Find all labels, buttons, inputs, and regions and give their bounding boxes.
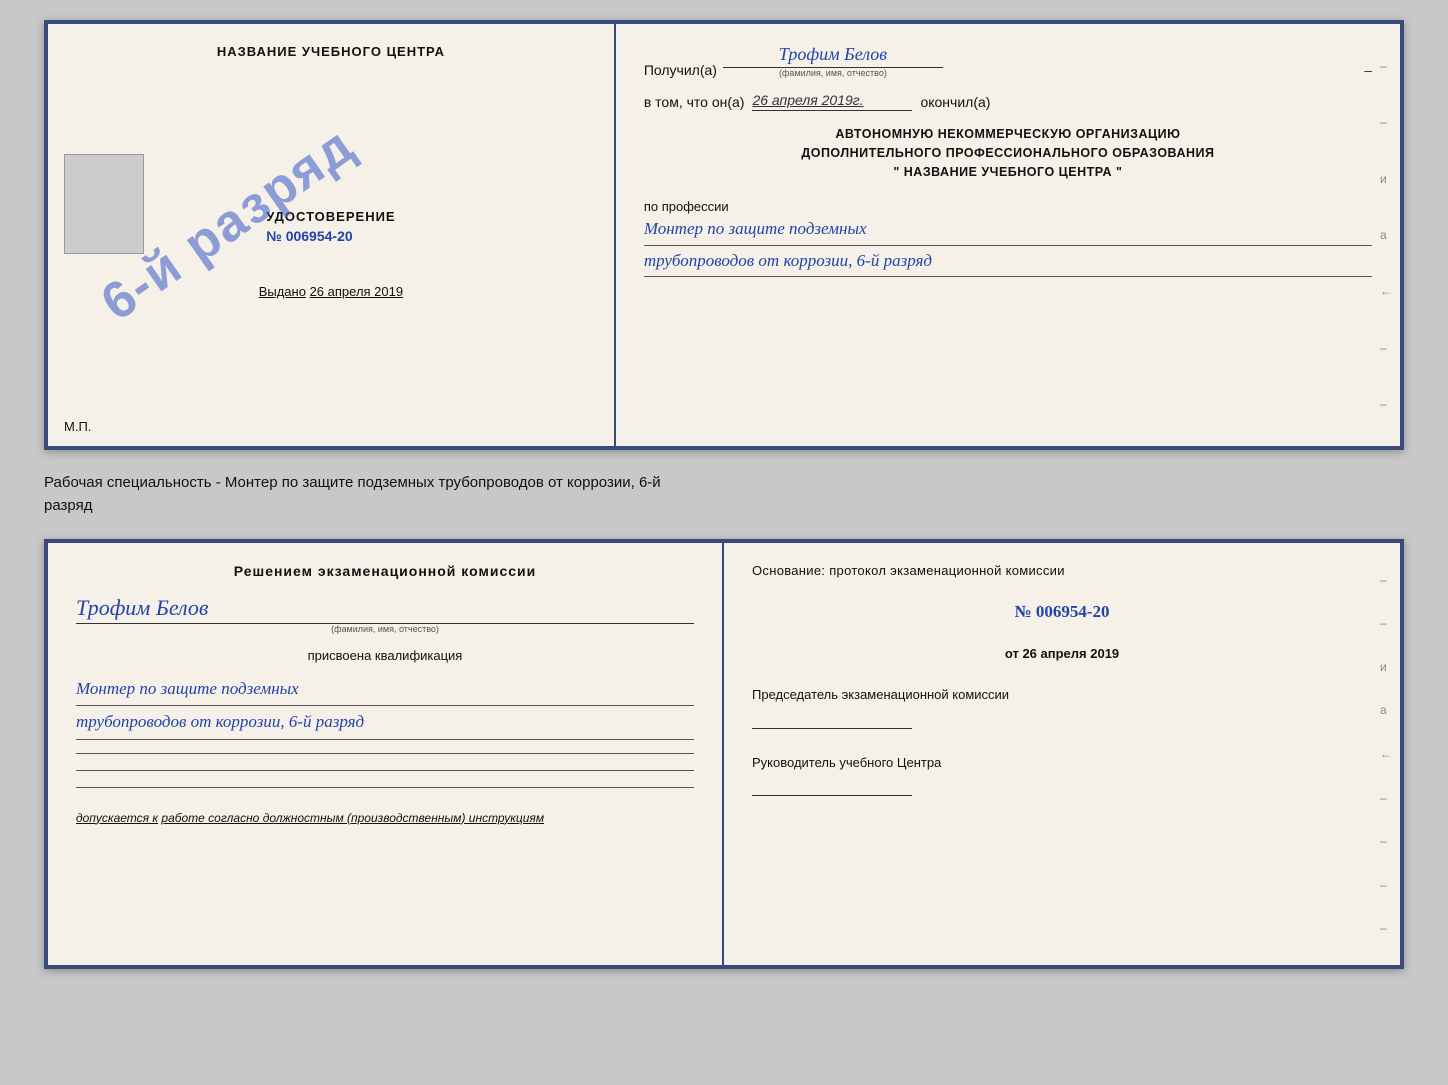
org-line2: ДОПОЛНИТЕЛЬНОГО ПРОФЕССИОНАЛЬНОГО ОБРАЗО… — [644, 144, 1372, 163]
poluchil-name: Трофим Белов — [723, 44, 943, 68]
blank-line-1 — [76, 753, 694, 754]
bottom-fio-label: (фамилия, имя, отчество) — [76, 624, 694, 634]
ot-date: 26 апреля 2019 — [1022, 646, 1119, 661]
blank-line-3 — [76, 787, 694, 788]
okonchil-label: окончил(а) — [920, 94, 990, 110]
qual-line1: Монтер по защите подземных — [76, 673, 694, 706]
photo-placeholder — [64, 154, 144, 254]
bottom-left-panel: Решением экзаменационной комиссии Трофим… — [48, 543, 724, 965]
po-professii-label: по профессии Монтер по защите подземных … — [644, 195, 1372, 277]
reshenie-title: Решением экзаменационной комиссии — [76, 563, 694, 579]
poluchil-name-block: Трофим Белов (фамилия, имя, отчество) — [723, 44, 943, 78]
right-side-marks-bottom: – – и а ← – – – – — [1380, 543, 1392, 965]
rukovoditel-title: Руководитель учебного Центра — [752, 753, 1372, 773]
between-text: Рабочая специальность - Монтер по защите… — [44, 466, 1404, 523]
poluchil-label: Получил(а) — [644, 62, 717, 78]
predsedatel-signature-line — [752, 709, 912, 729]
poluchil-row: Получил(а) Трофим Белов (фамилия, имя, о… — [644, 44, 1372, 78]
predsedatel-title: Председатель экзаменационной комиссии — [752, 685, 1372, 705]
certificate-container: НАЗВАНИЕ УЧЕБНОГО ЦЕНТРА 6-й разряд УДОС… — [44, 20, 1404, 969]
blank-line-2 — [76, 770, 694, 771]
mp-block: М.П. — [64, 419, 91, 434]
vtom-label: в том, что он(а) — [644, 94, 745, 110]
dash-right-1: – — [1364, 62, 1372, 78]
vtom-date: 26 апреля 2019г. — [752, 92, 912, 111]
qual-line2: трубопроводов от коррозии, 6-й разряд — [76, 706, 694, 739]
profession-line2: трубопроводов от коррозии, 6-й разряд — [644, 246, 1372, 278]
osnovaniye-block: Основание: протокол экзаменационной коми… — [752, 563, 1372, 578]
udostoverenie-title: УДОСТОВЕРЕНИЕ — [266, 209, 395, 224]
dopuskaetsya-block: допускается к работе согласно должностны… — [76, 811, 694, 825]
vydano-block: Выдано 26 апреля 2019 — [259, 284, 403, 299]
bottom-fio-name: Трофим Белов — [76, 595, 694, 624]
org-block: АВТОНОМНУЮ НЕКОММЕРЧЕСКУЮ ОРГАНИЗАЦИЮ ДО… — [644, 125, 1372, 181]
qualification-block: Монтер по защите подземных трубопроводов… — [76, 673, 694, 740]
vydano-date: 26 апреля 2019 — [310, 284, 404, 299]
diploma-org-title: НАЗВАНИЕ УЧЕБНОГО ЦЕНТРА — [217, 44, 445, 59]
fio-label-diploma: (фамилия, имя, отчество) — [779, 68, 887, 78]
diploma-right-panel: Получил(а) Трофим Белов (фамилия, имя, о… — [616, 24, 1400, 446]
protocol-num: № 006954-20 — [752, 602, 1372, 622]
right-dashes-diploma: – – и а ← – – — [1380, 24, 1392, 446]
bottom-fio-block: Трофим Белов (фамилия, имя, отчество) — [76, 589, 694, 634]
ot-date-block: от 26 апреля 2019 — [752, 646, 1372, 661]
dopuskaetsya-text: работе согласно должностным (производств… — [161, 811, 544, 825]
diploma-card: НАЗВАНИЕ УЧЕБНОГО ЦЕНТРА 6-й разряд УДОС… — [44, 20, 1404, 450]
between-line1: Рабочая специальность - Монтер по защите… — [44, 472, 1404, 495]
ot-label: от — [1005, 646, 1019, 661]
prisvoena-label: присвоена квалификация — [76, 648, 694, 663]
udostoverenie-block: УДОСТОВЕРЕНИЕ № 006954-20 — [266, 209, 395, 244]
between-line2: разряд — [44, 495, 1404, 518]
predsedatel-block: Председатель экзаменационной комиссии — [752, 685, 1372, 729]
bottom-right-panel: Основание: протокол экзаменационной коми… — [724, 543, 1400, 965]
vtom-row: в том, что он(а) 26 апреля 2019г. окончи… — [644, 92, 1372, 111]
udostoverenie-num: № 006954-20 — [266, 228, 395, 244]
profession-line1: Монтер по защите подземных — [644, 214, 1372, 246]
bottom-doc-card: Решением экзаменационной комиссии Трофим… — [44, 539, 1404, 969]
rukovoditel-block: Руководитель учебного Центра — [752, 753, 1372, 797]
diploma-left-panel: НАЗВАНИЕ УЧЕБНОГО ЦЕНТРА 6-й разряд УДОС… — [48, 24, 616, 446]
rukovoditel-signature-line — [752, 776, 912, 796]
dopuskaetsya-label: допускается к — [76, 811, 158, 825]
org-name: " НАЗВАНИЕ УЧЕБНОГО ЦЕНТРА " — [644, 163, 1372, 182]
org-line1: АВТОНОМНУЮ НЕКОММЕРЧЕСКУЮ ОРГАНИЗАЦИЮ — [644, 125, 1372, 144]
vydano-label: Выдано — [259, 284, 306, 299]
